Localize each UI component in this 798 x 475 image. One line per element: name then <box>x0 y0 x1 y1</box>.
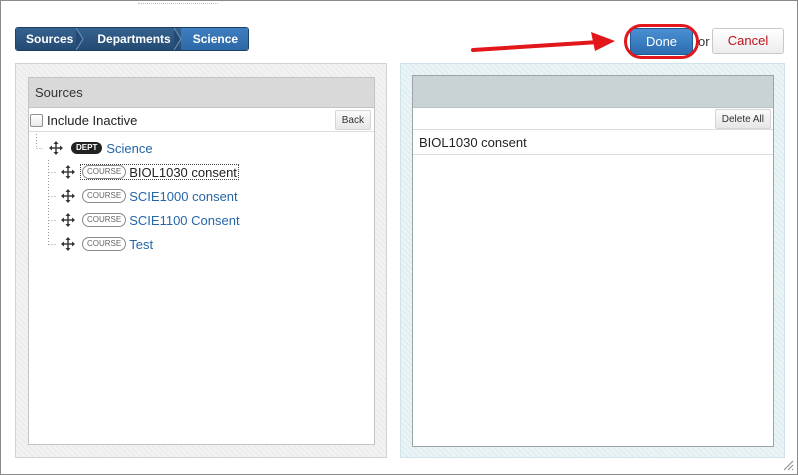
red-arrow-annotation <box>471 32 615 52</box>
course-badge: COURSE <box>82 237 127 251</box>
breadcrumb-sources[interactable]: Sources <box>16 28 84 50</box>
include-inactive-checkbox[interactable] <box>30 114 43 127</box>
tree-item-course[interactable]: COURSE SCIE1000 consent <box>61 186 238 206</box>
move-icon[interactable] <box>61 165 75 179</box>
course-link[interactable]: SCIE1000 consent <box>129 189 237 204</box>
course-badge: COURSE <box>82 165 127 179</box>
course-item: COURSE SCIE1100 Consent <box>82 213 240 228</box>
move-icon[interactable] <box>61 237 75 251</box>
course-item: COURSE Test <box>82 237 153 252</box>
breadcrumb-science-label: Science <box>192 32 239 46</box>
breadcrumb-departments-label: Departments <box>97 32 171 46</box>
department-link[interactable]: Science <box>106 141 152 156</box>
done-button[interactable]: Done <box>630 28 693 55</box>
course-badge: COURSE <box>82 189 127 203</box>
resize-grip-icon[interactable] <box>782 459 794 471</box>
selection-toolbar: Delete All <box>413 108 773 130</box>
course-link[interactable]: SCIE1100 Consent <box>129 213 239 228</box>
dept-badge: DEPT <box>71 142 103 154</box>
tree-item-course[interactable]: COURSE BIOL1030 consent <box>61 162 239 182</box>
course-link[interactable]: Test <box>129 237 153 252</box>
tree-item-course[interactable]: COURSE Test <box>61 234 153 254</box>
course-link[interactable]: BIOL1030 consent <box>129 165 237 180</box>
selected-course-item[interactable]: COURSE BIOL1030 consent <box>80 164 239 180</box>
delete-all-button[interactable]: Delete All <box>714 109 771 129</box>
dialog: Sources Departments Science Done or Canc… <box>0 0 798 475</box>
move-icon[interactable] <box>61 213 75 227</box>
chevron-separator-icon <box>173 28 182 50</box>
sources-panel: Sources Include Inactive Back DEPT Scien… <box>15 63 387 458</box>
cancel-button[interactable]: Cancel <box>712 28 784 54</box>
course-badge: COURSE <box>82 213 127 227</box>
top-divider <box>138 1 218 4</box>
move-icon[interactable] <box>61 189 75 203</box>
sources-panel-body: Sources Include Inactive Back DEPT Scien… <box>28 77 375 445</box>
tree-item-department[interactable]: DEPT Science <box>49 138 153 158</box>
include-inactive-option[interactable]: Include Inactive <box>30 113 137 128</box>
chevron-separator-icon <box>76 28 84 50</box>
sources-toolbar: Include Inactive Back <box>29 108 374 132</box>
or-separator-text: or <box>698 34 710 49</box>
include-inactive-label: Include Inactive <box>47 113 138 128</box>
back-button[interactable]: Back <box>334 110 371 130</box>
breadcrumb-departments[interactable]: Departments <box>83 28 182 50</box>
selected-item-row[interactable]: BIOL1030 consent <box>413 130 773 155</box>
selection-panel-header <box>413 76 773 108</box>
breadcrumb-sources-label: Sources <box>26 32 74 46</box>
sources-panel-title: Sources <box>29 78 374 108</box>
breadcrumb-science[interactable]: Science <box>180 28 249 50</box>
selection-panel-body: Delete All BIOL1030 consent <box>412 75 774 447</box>
course-item: COURSE SCIE1000 consent <box>82 189 238 204</box>
selection-panel: Delete All BIOL1030 consent <box>400 63 785 458</box>
tree-item-course[interactable]: COURSE SCIE1100 Consent <box>61 210 240 230</box>
move-icon[interactable] <box>49 141 63 155</box>
breadcrumb: Sources Departments Science <box>15 27 250 51</box>
